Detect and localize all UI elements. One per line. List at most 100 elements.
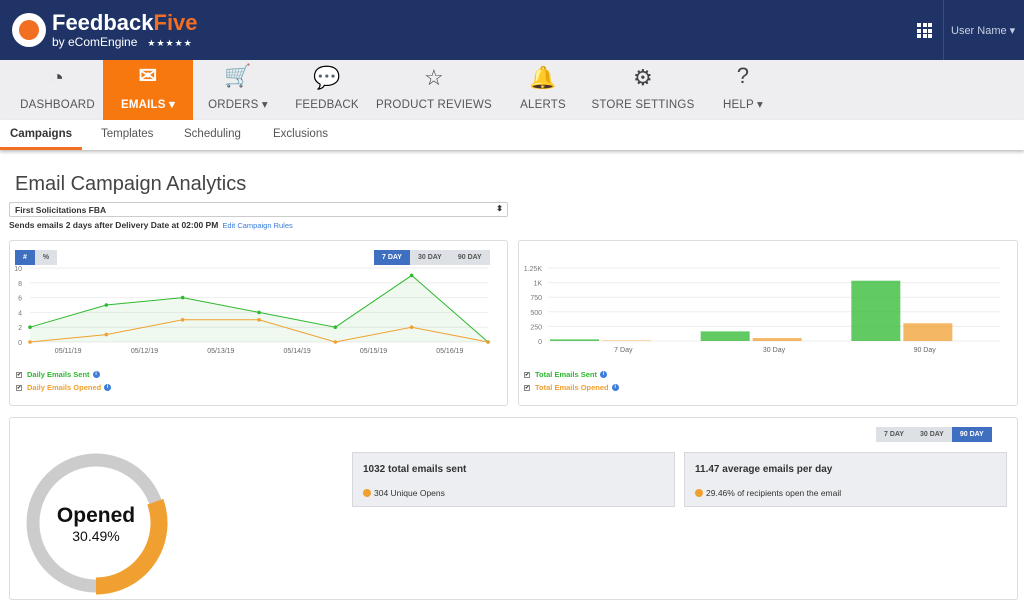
checkbox-icon[interactable]: ✔ [524, 384, 530, 391]
info-icon[interactable]: i [611, 384, 619, 391]
data-point [409, 325, 414, 329]
checkbox-icon[interactable]: ✔ [16, 371, 22, 378]
data-point [28, 325, 32, 329]
tab-scheduling[interactable]: Scheduling [184, 128, 241, 140]
data-point [486, 340, 490, 344]
logo[interactable]: FeedbackFive by eComEngine ★★★★★ [12, 12, 198, 48]
active-tab-underline [0, 147, 82, 150]
nav-feedback[interactable]: 💬 FEEDBACK [283, 60, 371, 120]
info-icon[interactable]: i [104, 384, 112, 391]
bar-0 [700, 331, 750, 341]
legend-daily-opened[interactable]: ✔ Daily Emails Opened i [16, 383, 112, 392]
data-point [333, 340, 338, 344]
x-tick-label: 05/15/19 [360, 348, 387, 355]
top-bar: FeedbackFive by eComEngine ★★★★★ User Nam… [0, 0, 1024, 60]
nav-label: HELP ▾ [722, 99, 763, 111]
y-tick-label: 10 [14, 266, 22, 273]
bar-1 [752, 338, 802, 341]
donut-value: 30.49% [72, 528, 119, 544]
nav-label: ORDERS ▾ [208, 99, 268, 111]
y-tick-label: 1.25K [524, 266, 543, 273]
x-tick-label: 05/12/19 [131, 348, 158, 355]
nav-product[interactable]: ☆ PRODUCT REVIEWS [371, 60, 497, 120]
nav-label: ALERTS [520, 99, 566, 111]
tab-templates[interactable]: Templates [101, 128, 153, 140]
legend-total-opened[interactable]: ✔ Total Emails Opened i [524, 383, 619, 392]
orange-dot-icon [363, 489, 371, 497]
data-point [180, 318, 185, 322]
y-tick-label: 6 [18, 296, 22, 303]
info-icon[interactable]: i [599, 371, 607, 378]
main-nav: ◔ DASHBOARD ✉ EMAILS ▾ 🛒 ORDERS ▾ 💬 FEEDBACK ☆ PR… [0, 60, 1024, 120]
donut-label: Opened [57, 504, 135, 527]
bar-0 [851, 280, 901, 341]
summary-30-day-button[interactable]: 30 DAY [911, 427, 952, 442]
tab-exclusions[interactable]: Exclusions [273, 128, 328, 140]
legend-total-sent[interactable]: ✔ Total Emails Sent i [524, 370, 619, 379]
data-point [409, 273, 414, 278]
sub-nav: Campaigns Templates Scheduling Exclusion… [0, 120, 1024, 150]
question-icon: ? [736, 63, 750, 88]
brand-name: Feedback [52, 10, 154, 35]
x-tick-label: 05/16/19 [436, 348, 463, 355]
stat-detail: 29.46% of recipients open the email [706, 488, 842, 498]
y-tick-label: 250 [530, 324, 542, 331]
gears-icon: ⚙ [633, 65, 653, 90]
data-point [333, 325, 338, 329]
tab-campaigns[interactable]: Campaigns [10, 128, 72, 140]
y-tick-label: 4 [18, 310, 22, 317]
average-stat: 11.47 average emails per day 29.46% of r… [684, 452, 1007, 507]
y-tick-label: 1K [533, 281, 542, 288]
opened-donut-chart: Opened30.49% [26, 453, 168, 595]
data-point [180, 295, 185, 300]
y-tick-label: 8 [18, 281, 22, 288]
y-tick-label: 0 [18, 340, 22, 347]
y-tick-label: 2 [18, 325, 22, 332]
y-tick-label: 0 [538, 339, 542, 346]
campaign-rule-text: Sends emails 2 days after Delivery Date … [9, 220, 219, 230]
logo-gear-icon [12, 13, 46, 47]
x-tick-label: 05/14/19 [284, 348, 311, 355]
nav-orders[interactable]: 🛒 ORDERS ▾ [193, 60, 283, 120]
x-tick-label: 05/11/19 [55, 348, 82, 355]
nav-dashboard[interactable]: ◔ DASHBOARD [0, 60, 115, 120]
star-icon: ☆ [424, 65, 444, 90]
nav-emails[interactable]: ✉ EMAILS ▾ [103, 60, 193, 120]
nav-help[interactable]: ? HELP ▾ [703, 60, 783, 120]
checkbox-icon[interactable]: ✔ [524, 371, 530, 378]
summary-7-day-button[interactable]: 7 DAY [876, 427, 912, 442]
cart-icon: 🛒 [224, 63, 252, 88]
apps-grid-icon[interactable] [917, 23, 932, 38]
checkbox-icon[interactable]: ✔ [16, 384, 22, 391]
totals-bar-chart: 0 250 500 750 1K 1.25K 7 Day 30 Day 90 Day [524, 266, 1000, 354]
x-tick-label: 90 Day [914, 347, 937, 354]
user-menu[interactable]: User Name ▾ [951, 24, 1015, 37]
envelope-icon: ✉ [138, 63, 158, 88]
gauge-icon: ◔ [50, 65, 65, 90]
total-sent-stat: 1032 total emails sent 304 Unique Opens [352, 452, 675, 507]
campaign-select-value: First Solicitations FBA [15, 205, 107, 215]
brand-sub: by eComEngine [52, 35, 138, 49]
campaign-select[interactable]: First Solicitations FBA ⬍ [9, 202, 508, 217]
data-point [257, 318, 261, 322]
data-point [257, 310, 261, 315]
nav-store[interactable]: ⚙ STORE SETTINGS [583, 60, 703, 120]
x-tick-label: 05/13/19 [207, 348, 234, 355]
sent-area [30, 275, 488, 342]
nav-label: DASHBOARD [20, 99, 95, 111]
data-point [104, 303, 109, 307]
stat-detail: 304 Unique Opens [374, 488, 445, 498]
bell-icon: 🔔 [529, 65, 557, 90]
x-tick-label: 7 Day [614, 347, 633, 354]
nav-alerts[interactable]: 🔔 ALERTS [507, 60, 579, 120]
nav-label: EMAILS ▾ [120, 99, 175, 111]
data-point [28, 340, 32, 344]
y-tick-label: 750 [530, 295, 542, 302]
edit-campaign-rules-link[interactable]: Edit Campaign Rules [222, 221, 292, 230]
legend-daily-sent[interactable]: ✔ Daily Emails Sent i [16, 370, 111, 379]
info-icon[interactable]: i [92, 371, 100, 378]
data-point [104, 332, 109, 337]
summary-90-day-button[interactable]: 90 DAY [951, 427, 992, 442]
speech-bubble-icon: 💬 [313, 65, 341, 90]
nav-label: PRODUCT REVIEWS [376, 99, 492, 111]
